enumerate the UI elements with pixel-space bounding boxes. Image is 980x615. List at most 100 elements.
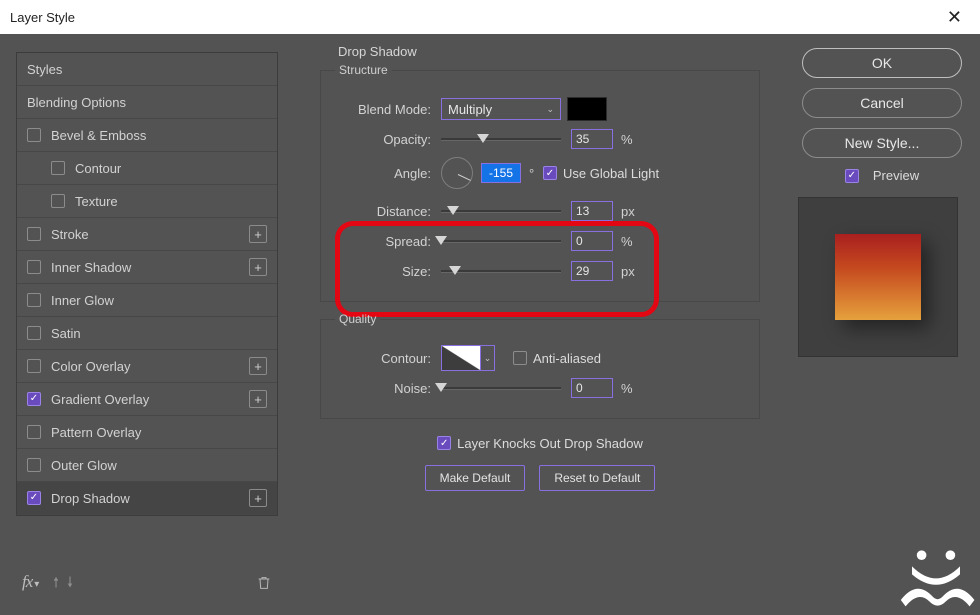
- noise-slider[interactable]: [441, 381, 561, 395]
- chevron-down-icon: ⌄: [546, 104, 554, 115]
- checkbox[interactable]: [27, 458, 41, 472]
- right-panel: OK Cancel New Style... Preview: [798, 48, 966, 357]
- style-item-label: Inner Glow: [51, 293, 267, 308]
- size-unit: px: [621, 264, 643, 279]
- shadow-color-swatch[interactable]: [567, 97, 607, 121]
- new-style-button[interactable]: New Style...: [802, 128, 962, 158]
- style-item-label: Inner Shadow: [51, 260, 249, 275]
- style-item-stroke[interactable]: Stroke +: [17, 218, 277, 251]
- size-input[interactable]: [571, 261, 613, 281]
- structure-group: Structure Blend Mode: Multiply ⌄ Opacity…: [320, 63, 760, 302]
- contour-picker[interactable]: ⌄: [481, 345, 495, 371]
- checkbox[interactable]: [27, 293, 41, 307]
- angle-dial[interactable]: [441, 157, 473, 189]
- reset-default-button[interactable]: Reset to Default: [539, 465, 655, 491]
- fx-menu[interactable]: fx: [22, 572, 32, 591]
- checkbox[interactable]: [27, 128, 41, 142]
- checkbox[interactable]: [27, 260, 41, 274]
- checkbox[interactable]: [27, 359, 41, 373]
- style-item-bevel[interactable]: Bevel & Emboss: [17, 119, 277, 152]
- opacity-unit: %: [621, 132, 643, 147]
- spread-label: Spread:: [335, 234, 441, 249]
- style-item-label: Gradient Overlay: [51, 392, 249, 407]
- style-item-label: Stroke: [51, 227, 249, 242]
- spread-unit: %: [621, 234, 643, 249]
- spread-input[interactable]: [571, 231, 613, 251]
- style-item-label: Bevel & Emboss: [51, 128, 267, 143]
- style-item-label: Contour: [75, 161, 267, 176]
- size-slider[interactable]: [441, 264, 561, 278]
- trash-icon[interactable]: [256, 575, 272, 594]
- style-item-label: Texture: [75, 194, 267, 209]
- size-label: Size:: [335, 264, 441, 279]
- checkbox[interactable]: [27, 491, 41, 505]
- plus-icon[interactable]: +: [249, 258, 267, 276]
- noise-label: Noise:: [335, 381, 441, 396]
- style-item-gradient-overlay[interactable]: Gradient Overlay +: [17, 383, 277, 416]
- angle-input[interactable]: [481, 163, 521, 183]
- blending-options[interactable]: Blending Options: [17, 86, 277, 119]
- preview-checkbox[interactable]: [845, 169, 859, 183]
- ok-button[interactable]: OK: [802, 48, 962, 78]
- opacity-input[interactable]: [571, 129, 613, 149]
- spread-slider[interactable]: [441, 234, 561, 248]
- style-item-label: Drop Shadow: [51, 491, 249, 506]
- dialog-body: Styles Blending Options Bevel & Emboss C…: [0, 34, 980, 615]
- plus-icon[interactable]: +: [249, 357, 267, 375]
- checkbox[interactable]: [51, 194, 65, 208]
- style-item-label: Outer Glow: [51, 458, 267, 473]
- noise-input[interactable]: [571, 378, 613, 398]
- style-item-outer-glow[interactable]: Outer Glow: [17, 449, 277, 482]
- global-light-label: Use Global Light: [563, 166, 659, 181]
- style-item-texture[interactable]: Texture: [17, 185, 277, 218]
- knocks-out-label: Layer Knocks Out Drop Shadow: [457, 436, 643, 451]
- blend-mode-select[interactable]: Multiply ⌄: [441, 98, 561, 120]
- styles-header[interactable]: Styles: [17, 53, 277, 86]
- distance-input[interactable]: [571, 201, 613, 221]
- close-icon[interactable]: ✕: [939, 5, 970, 30]
- blending-options-label: Blending Options: [27, 95, 267, 110]
- blend-mode-value: Multiply: [448, 102, 492, 117]
- window-title: Layer Style: [10, 10, 75, 25]
- title-bar: Layer Style ✕: [0, 0, 980, 34]
- move-down-icon[interactable]: 🠗: [67, 572, 73, 596]
- distance-unit: px: [621, 204, 643, 219]
- style-item-pattern-overlay[interactable]: Pattern Overlay: [17, 416, 277, 449]
- styles-footer: fx▾ 🠕 🠗: [16, 567, 278, 601]
- noise-unit: %: [621, 381, 643, 396]
- contour-swatch[interactable]: [441, 345, 481, 371]
- style-item-label: Pattern Overlay: [51, 425, 267, 440]
- make-default-button[interactable]: Make Default: [425, 465, 526, 491]
- plus-icon[interactable]: +: [249, 225, 267, 243]
- style-item-inner-shadow[interactable]: Inner Shadow +: [17, 251, 277, 284]
- preview-gradient: [835, 234, 921, 320]
- effect-settings: Drop Shadow Structure Blend Mode: Multip…: [300, 44, 780, 491]
- preview-thumbnail: [798, 197, 958, 357]
- plus-icon[interactable]: +: [249, 390, 267, 408]
- chevron-down-icon[interactable]: ▾: [34, 579, 39, 590]
- checkbox[interactable]: [27, 425, 41, 439]
- antialiased-checkbox[interactable]: [513, 351, 527, 365]
- angle-unit: °: [529, 166, 543, 181]
- checkbox[interactable]: [27, 227, 41, 241]
- style-item-drop-shadow[interactable]: Drop Shadow +: [17, 482, 277, 515]
- distance-slider[interactable]: [441, 204, 561, 218]
- cancel-button[interactable]: Cancel: [802, 88, 962, 118]
- preview-label: Preview: [873, 168, 919, 183]
- checkbox[interactable]: [27, 326, 41, 340]
- style-item-contour[interactable]: Contour: [17, 152, 277, 185]
- styles-panel: Styles Blending Options Bevel & Emboss C…: [16, 52, 278, 601]
- style-item-satin[interactable]: Satin: [17, 317, 277, 350]
- knocks-out-checkbox[interactable]: [437, 436, 451, 450]
- checkbox[interactable]: [51, 161, 65, 175]
- checkbox[interactable]: [27, 392, 41, 406]
- style-item-label: Satin: [51, 326, 267, 341]
- global-light-checkbox[interactable]: [543, 166, 557, 180]
- quality-group: Quality Contour: ⌄ Anti-aliased Noise: %: [320, 312, 760, 419]
- style-item-color-overlay[interactable]: Color Overlay +: [17, 350, 277, 383]
- move-up-icon[interactable]: 🠕: [53, 572, 59, 596]
- contour-label: Contour:: [335, 351, 441, 366]
- style-item-inner-glow[interactable]: Inner Glow: [17, 284, 277, 317]
- plus-icon[interactable]: +: [249, 489, 267, 507]
- opacity-slider[interactable]: [441, 132, 561, 146]
